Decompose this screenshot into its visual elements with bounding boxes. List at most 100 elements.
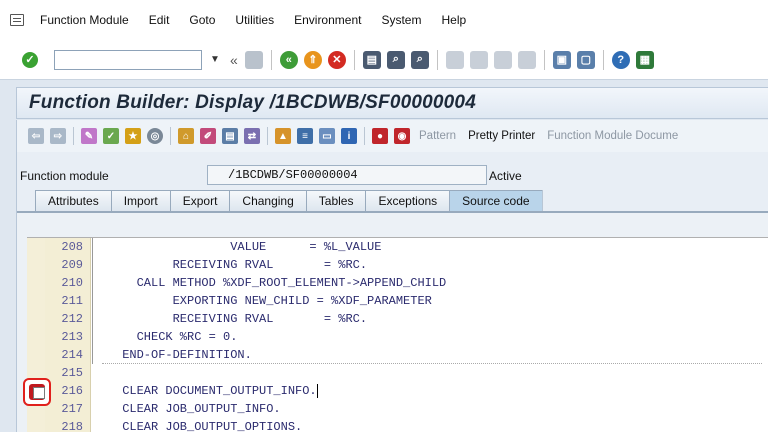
display-object-icon[interactable]: ▭ — [319, 128, 335, 144]
edit-icon[interactable]: ✐ — [200, 128, 216, 144]
code-line[interactable]: 217 CLEAR JOB_OUTPUT_INFO. — [27, 400, 768, 418]
code-text: END-OF-DEFINITION. — [115, 348, 252, 362]
toolbar-separator — [543, 49, 545, 70]
breakpoint-marker-icon[interactable] — [23, 378, 51, 406]
exit-icon[interactable]: ⇑ — [303, 50, 322, 69]
code-text: VALUE = %L_VALUE — [115, 240, 382, 254]
tab-strip: Attributes Import Export Changing Tables… — [35, 190, 543, 212]
cancel-icon[interactable]: ✕ — [327, 50, 346, 69]
toolbar-separator — [170, 127, 171, 145]
align-icon[interactable]: ≡ — [297, 128, 313, 144]
shortcut-icon[interactable]: ▢ — [576, 50, 595, 69]
fold-line — [92, 346, 102, 364]
menu-edit[interactable]: Edit — [149, 13, 170, 27]
code-line[interactable]: 218 CLEAR JOB_OUTPUT_OPTIONS. — [27, 418, 768, 432]
tab-attributes[interactable]: Attributes — [35, 190, 112, 212]
activate-icon[interactable]: ★ — [125, 128, 141, 144]
test-icon[interactable]: ◎ — [147, 128, 163, 144]
prev-page-icon[interactable] — [469, 50, 488, 69]
toolbar-separator — [270, 49, 272, 70]
toolbar-separator — [353, 49, 355, 70]
line-number: 211 — [61, 294, 83, 308]
line-number: 218 — [61, 420, 83, 432]
menu-bar: Function Module Edit Goto Utilities Envi… — [0, 0, 768, 40]
line-number: 214 — [61, 348, 83, 362]
line-number: 209 — [61, 258, 83, 272]
code-text: RECEIVING RVAL = %RC. — [115, 258, 368, 272]
function-module-documentation-button[interactable]: Function Module Docume — [547, 130, 678, 142]
line-number: 210 — [61, 276, 83, 290]
fold-line — [92, 274, 102, 292]
menu-system[interactable]: System — [381, 13, 421, 27]
next-page-icon[interactable] — [493, 50, 512, 69]
code-editor[interactable]: 208 VALUE = %L_VALUE 209 RECEIVING RVAL … — [27, 237, 768, 432]
pretty-printer-button[interactable]: Pretty Printer — [468, 130, 535, 142]
last-page-icon[interactable] — [517, 50, 536, 69]
print-icon[interactable]: ▤ — [362, 50, 381, 69]
ok-icon[interactable]: ✓ — [22, 51, 38, 68]
line-number: 217 — [61, 402, 83, 416]
tab-import[interactable]: Import — [110, 190, 171, 212]
layout-icon[interactable]: ▦ — [635, 50, 654, 69]
code-line[interactable]: 213 CHECK %RC = 0. — [27, 328, 768, 346]
hierarchy-icon[interactable]: ▲ — [275, 128, 291, 144]
first-page-icon[interactable] — [445, 50, 464, 69]
toolbar-separator — [267, 127, 268, 145]
tab-tables[interactable]: Tables — [305, 190, 367, 212]
stop-sign-icon — [29, 384, 45, 400]
menu-utilities[interactable]: Utilities — [235, 13, 274, 27]
where-used-icon[interactable]: ⌂ — [178, 128, 194, 144]
find-icon[interactable]: ⌕ — [386, 50, 405, 69]
code-line[interactable]: 210 CALL METHOD %XDF_ROOT_ELEMENT->APPEN… — [27, 274, 768, 292]
screen-title-bar: Function Builder: Display /1BCDWB/SF0000… — [16, 87, 768, 119]
session-breakpoint-icon[interactable]: ◉ — [394, 128, 410, 144]
code-text-content: CLEAR DOCUMENT_OUTPUT_INFO. — [115, 384, 317, 398]
forward-arrow-icon[interactable]: ⇨ — [50, 128, 66, 144]
code-line[interactable]: 214 END-OF-DEFINITION. — [27, 346, 768, 364]
new-session-icon[interactable]: ▣ — [552, 50, 571, 69]
menu-environment[interactable]: Environment — [294, 13, 361, 27]
check-icon[interactable]: ✓ — [103, 128, 119, 144]
tab-changing[interactable]: Changing — [229, 190, 307, 212]
menu-function-module[interactable]: Function Module — [40, 13, 129, 27]
object-list-icon[interactable]: ▤ — [222, 128, 238, 144]
tab-source-code[interactable]: Source code — [449, 190, 543, 212]
code-line[interactable]: 211 EXPORTING NEW_CHILD = %XDF_PARAMETER — [27, 292, 768, 310]
line-number: 212 — [61, 312, 83, 326]
menu-goto[interactable]: Goto — [189, 13, 215, 27]
code-line[interactable]: 215 — [27, 364, 768, 382]
code-line[interactable]: 209 RECEIVING RVAL = %RC. — [27, 256, 768, 274]
fold-line — [92, 292, 102, 310]
help-icon[interactable]: ? — [611, 50, 630, 69]
tab-export[interactable]: Export — [169, 190, 231, 212]
code-text: CHECK %RC = 0. — [115, 330, 238, 344]
code-line[interactable]: 208 VALUE = %L_VALUE — [27, 238, 768, 256]
menu-icon[interactable] — [10, 14, 24, 26]
toolbar-separator — [73, 127, 74, 145]
save-icon[interactable] — [244, 50, 263, 69]
navigation-icon[interactable]: ⇄ — [244, 128, 260, 144]
command-field[interactable] — [54, 49, 202, 70]
function-module-label: Function module — [20, 169, 109, 183]
collapse-icon[interactable]: « — [230, 52, 238, 68]
find-next-icon[interactable]: ⌕ — [410, 50, 429, 69]
toolbar-separator — [602, 49, 604, 70]
command-dropdown-icon[interactable]: ▼ — [208, 50, 222, 70]
menu-help[interactable]: Help — [441, 13, 466, 27]
display-change-icon[interactable]: ✎ — [81, 128, 97, 144]
status-text: Active — [489, 169, 522, 183]
back-icon[interactable]: « — [279, 50, 298, 69]
breakpoint-icon[interactable]: ● — [372, 128, 388, 144]
tab-exceptions[interactable]: Exceptions — [365, 190, 451, 212]
code-line[interactable]: 212 RECEIVING RVAL = %RC. — [27, 310, 768, 328]
toolbar-separator — [436, 49, 438, 70]
info-icon[interactable]: i — [341, 128, 357, 144]
line-number: 215 — [61, 366, 83, 380]
code-line[interactable]: 216 CLEAR DOCUMENT_OUTPUT_INFO. — [27, 382, 768, 400]
pattern-button[interactable]: Pattern — [419, 130, 456, 142]
back-arrow-icon[interactable]: ⇦ — [28, 128, 44, 144]
text-cursor — [316, 383, 318, 398]
function-module-field[interactable]: /1BCDWB/SF00000004 — [207, 165, 487, 185]
standard-toolbar: ✓ ▼ « « ⇑ ✕ ▤ ⌕ ⌕ ▣ ▢ ? ▦ — [0, 40, 768, 80]
code-text: CLEAR DOCUMENT_OUTPUT_INFO. — [115, 382, 318, 400]
